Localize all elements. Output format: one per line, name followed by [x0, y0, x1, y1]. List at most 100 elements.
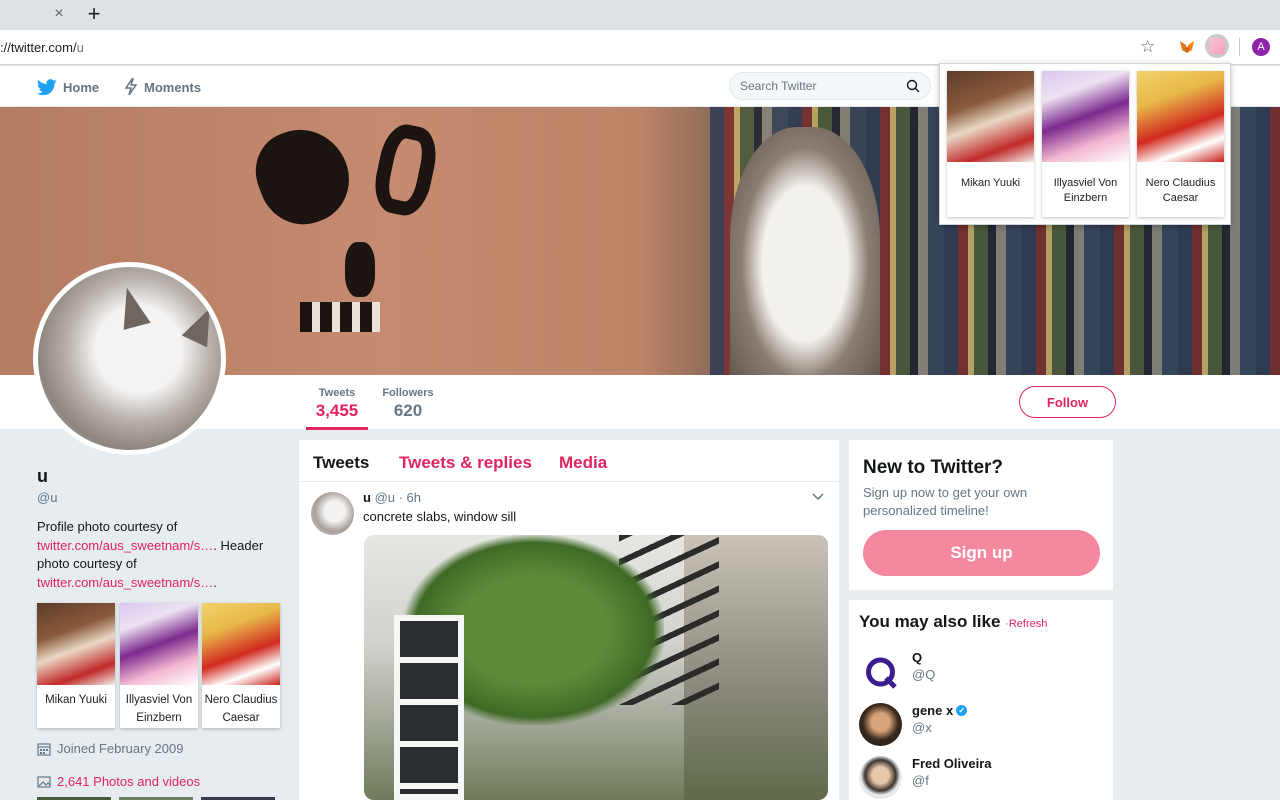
- tweet-photo[interactable]: [364, 535, 828, 800]
- account-avatar-icon[interactable]: A: [1252, 38, 1270, 56]
- verified-badge-icon: ✓: [956, 705, 968, 716]
- popup-character-name: Nero Claudius Caesar: [1145, 177, 1216, 204]
- close-tab-icon[interactable]: ×: [50, 5, 68, 23]
- who-to-follow-card: You may also like ·Refresh Q @Q gene x ✓ …: [849, 600, 1113, 800]
- tweet-author-name[interactable]: u: [363, 490, 371, 505]
- twitter-bird-icon: [37, 78, 57, 95]
- suggested-user-name: Q: [912, 650, 922, 665]
- banner-skull-eye-right: [369, 120, 442, 220]
- calendar-icon: [37, 742, 51, 756]
- followers-stat-value: 620: [393, 401, 423, 420]
- search-icon[interactable]: [906, 79, 920, 93]
- who-to-follow-title: You may also like: [859, 612, 1001, 631]
- search-box: [729, 72, 931, 100]
- bio-text-3: .: [213, 574, 217, 590]
- suggested-user[interactable]: Q @Q: [859, 650, 1109, 695]
- suggested-user-name: Fred Oliveira: [912, 756, 991, 771]
- suggested-user-name-text: Fred Oliveira: [912, 756, 992, 771]
- new-tab-icon[interactable]: +: [84, 3, 104, 25]
- followers-stat-label: Followers: [382, 387, 434, 399]
- profile-bio: Profile photo courtesy of twitter.com/au…: [37, 518, 277, 592]
- chevron-down-icon[interactable]: [811, 491, 825, 501]
- tweet-author-avatar[interactable]: [311, 492, 354, 535]
- tweet-meta[interactable]: @u · 6h: [375, 490, 421, 505]
- timeline-tabs: Tweets Tweets & replies Media: [299, 440, 839, 482]
- nav-home-label: Home: [63, 79, 100, 95]
- bio-link-2[interactable]: twitter.com/aus_sweetnam/s…: [37, 575, 213, 590]
- url-host: ://twitter.com/: [0, 40, 77, 55]
- nav-home[interactable]: Home: [37, 78, 99, 96]
- tweet-header: u @u · 6h: [363, 490, 421, 505]
- follow-button[interactable]: Follow: [1019, 386, 1116, 418]
- popup-character-thumbnail: [1137, 71, 1224, 162]
- nav-moments-label: Moments: [144, 79, 202, 95]
- bookmark-star-icon[interactable]: ☆: [1140, 37, 1155, 57]
- joined-date: Joined February 2009: [37, 741, 183, 756]
- photo-window: [394, 615, 464, 800]
- tab-tweets-and-replies[interactable]: Tweets & replies: [399, 453, 532, 473]
- url-path: u: [76, 40, 84, 55]
- metamask-fox-icon[interactable]: [1179, 39, 1195, 55]
- followers-stat[interactable]: Followers 620: [378, 387, 438, 421]
- character-card[interactable]: Mikan Yuuki: [37, 603, 115, 728]
- banner-cat: [730, 127, 880, 375]
- popup-character-thumbnail: [1042, 71, 1129, 162]
- refresh-link[interactable]: Refresh: [1009, 618, 1048, 630]
- anime-extension-icon[interactable]: [1205, 34, 1229, 58]
- profile-handle[interactable]: @u: [37, 490, 57, 505]
- suggested-user-handle: @x: [912, 720, 932, 735]
- photos-and-videos-link[interactable]: 2,641 Photos and videos: [37, 774, 200, 789]
- banner-skull-nose: [345, 242, 375, 297]
- character-thumbnail: [202, 603, 280, 685]
- tweet-text: concrete slabs, window sill: [363, 509, 517, 524]
- suggested-user-name: gene x ✓: [912, 703, 968, 718]
- address-bar: ://twitter.com/u ☆ A: [0, 30, 1280, 65]
- character-name: Mikan Yuuki: [45, 694, 107, 706]
- popup-character-card[interactable]: Mikan Yuuki: [947, 71, 1034, 217]
- photo-icon: [37, 775, 51, 788]
- lightning-icon: [124, 78, 138, 96]
- suggested-user-avatar: [859, 756, 902, 799]
- tweets-stat-value: 3,455: [315, 401, 359, 420]
- signup-text: Sign up now to get your own personalized…: [863, 485, 1028, 518]
- avatar-cat-ear-left: [113, 284, 151, 330]
- nav-moments[interactable]: Moments: [124, 78, 201, 96]
- popup-character-card[interactable]: Nero Claudius Caesar: [1137, 71, 1224, 217]
- browser-tab-bar: × +: [0, 0, 1280, 30]
- tab-tweets[interactable]: Tweets: [313, 453, 369, 473]
- character-thumbnail: [120, 603, 198, 685]
- suggested-user-handle: @Q: [912, 667, 936, 682]
- signup-title: New to Twitter?: [863, 457, 1004, 478]
- character-card[interactable]: Illyasviel Von Einzbern: [120, 603, 198, 728]
- who-to-follow-header: You may also like ·Refresh: [859, 612, 1047, 632]
- timeline: Tweets Tweets & replies Media u @u · 6h …: [299, 440, 839, 800]
- tab-media[interactable]: Media: [559, 453, 607, 473]
- extension-popup: Mikan Yuuki Illyasviel Von Einzbern Nero…: [939, 63, 1231, 225]
- toolbar-divider: [1239, 38, 1240, 56]
- popup-character-thumbnail: [947, 71, 1034, 162]
- profile-avatar[interactable]: [33, 262, 226, 455]
- suggested-user-handle: @f: [912, 773, 929, 788]
- character-thumbnail: [37, 603, 115, 685]
- suggested-user-name-text: gene x: [912, 703, 954, 718]
- suggested-user[interactable]: gene x ✓ @x: [859, 703, 1109, 748]
- tweets-stat-label: Tweets: [318, 387, 356, 399]
- suggested-user[interactable]: Fred Oliveira @f: [859, 756, 1109, 800]
- suggested-user-avatar: [859, 703, 902, 746]
- photos-and-videos-label: 2,641 Photos and videos: [57, 774, 201, 789]
- signup-card: New to Twitter? Sign up now to get your …: [849, 440, 1113, 590]
- popup-character-card[interactable]: Illyasviel Von Einzbern: [1042, 71, 1129, 217]
- popup-character-name: Illyasviel Von Einzbern: [1053, 177, 1118, 204]
- url-field[interactable]: ://twitter.com/u: [0, 40, 84, 55]
- search-input[interactable]: [740, 78, 900, 94]
- joined-date-label: Joined February 2009: [57, 741, 184, 756]
- profile-name[interactable]: u: [37, 466, 48, 487]
- popup-character-name: Mikan Yuuki: [960, 177, 1021, 189]
- signup-button[interactable]: Sign up: [863, 530, 1100, 576]
- suggested-user-avatar: [859, 650, 902, 693]
- character-card[interactable]: Nero Claudius Caesar: [202, 603, 280, 728]
- tweets-stat[interactable]: Tweets 3,455: [306, 387, 368, 430]
- character-name: Nero Claudius Caesar: [204, 694, 278, 724]
- bio-link-1[interactable]: twitter.com/aus_sweetnam/s…: [37, 538, 213, 553]
- character-name: Illyasviel Von Einzbern: [125, 694, 193, 724]
